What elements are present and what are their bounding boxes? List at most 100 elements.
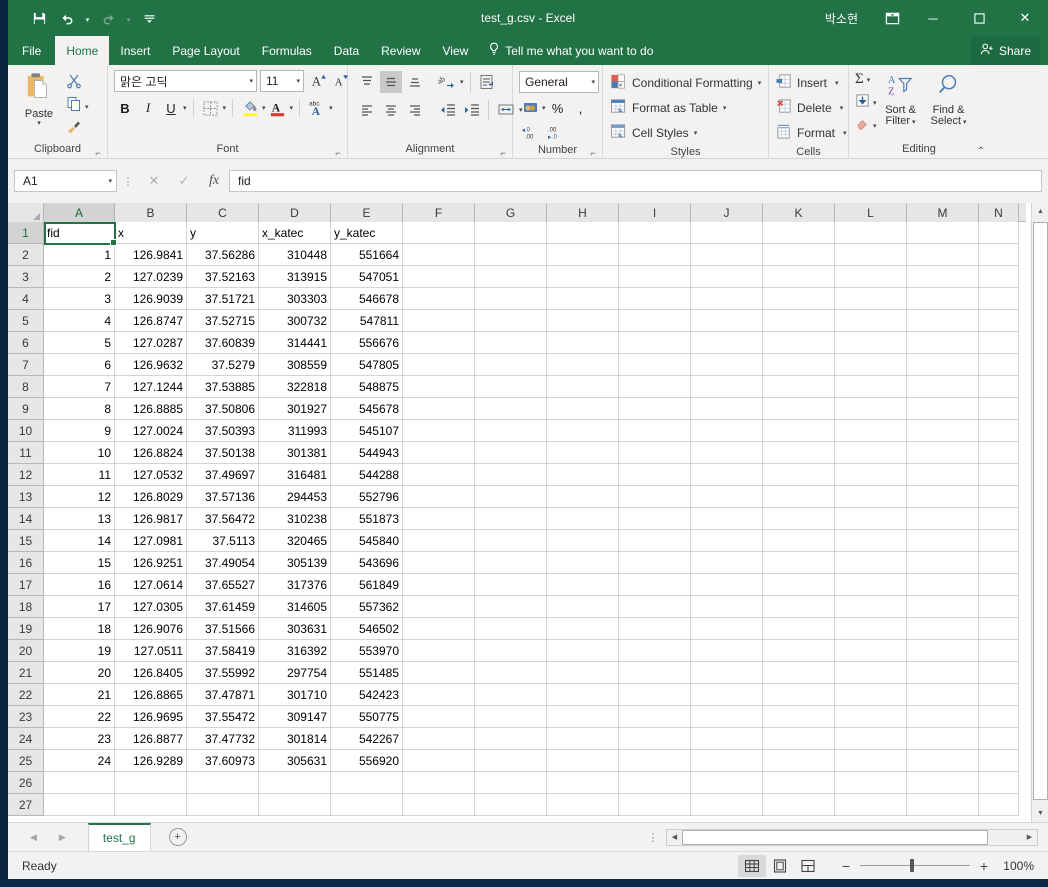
ribbon-tab-formulas[interactable]: Formulas bbox=[251, 36, 323, 65]
cell-D17[interactable]: 317376 bbox=[259, 574, 331, 596]
cell-C5[interactable]: 37.52715 bbox=[187, 310, 259, 332]
select-all-button[interactable] bbox=[8, 203, 44, 222]
cell-D12[interactable]: 316481 bbox=[259, 464, 331, 486]
cell-E11[interactable]: 544943 bbox=[331, 442, 403, 464]
cell-A9[interactable]: 8 bbox=[44, 398, 115, 420]
cell-K1[interactable] bbox=[763, 222, 835, 244]
cell-H8[interactable] bbox=[547, 376, 619, 398]
cell-C2[interactable]: 37.56286 bbox=[187, 244, 259, 266]
cell-H23[interactable] bbox=[547, 706, 619, 728]
row-header-17[interactable]: 17 bbox=[8, 574, 44, 596]
cell-G8[interactable] bbox=[475, 376, 547, 398]
cell-H22[interactable] bbox=[547, 684, 619, 706]
cell-D27[interactable] bbox=[259, 794, 331, 816]
cell-K27[interactable] bbox=[763, 794, 835, 816]
cell-G3[interactable] bbox=[475, 266, 547, 288]
cell-B4[interactable]: 126.9039 bbox=[115, 288, 187, 310]
cell-D13[interactable]: 294453 bbox=[259, 486, 331, 508]
zoom-thumb[interactable] bbox=[910, 859, 914, 872]
cell-N27[interactable] bbox=[979, 794, 1019, 816]
cell-D11[interactable]: 301381 bbox=[259, 442, 331, 464]
row-header-4[interactable]: 4 bbox=[8, 288, 44, 310]
row-header-26[interactable]: 26 bbox=[8, 772, 44, 794]
cell-A14[interactable]: 13 bbox=[44, 508, 115, 530]
paste-button[interactable]: Paste ▾ bbox=[12, 69, 66, 128]
cell-D24[interactable]: 301814 bbox=[259, 728, 331, 750]
cell-A25[interactable]: 24 bbox=[44, 750, 115, 772]
cut-button[interactable] bbox=[66, 73, 89, 94]
cell-J22[interactable] bbox=[691, 684, 763, 706]
cell-E8[interactable]: 548875 bbox=[331, 376, 403, 398]
cell-A20[interactable]: 19 bbox=[44, 640, 115, 662]
cell-F17[interactable] bbox=[403, 574, 475, 596]
formula-input[interactable]: fid bbox=[229, 170, 1042, 192]
cell-J27[interactable] bbox=[691, 794, 763, 816]
cell-H14[interactable] bbox=[547, 508, 619, 530]
cell-F22[interactable] bbox=[403, 684, 475, 706]
cell-J18[interactable] bbox=[691, 596, 763, 618]
align-left-button[interactable] bbox=[356, 99, 378, 121]
zoom-slider[interactable]: − + bbox=[840, 858, 990, 874]
cell-N7[interactable] bbox=[979, 354, 1019, 376]
ribbon-tab-view[interactable]: View bbox=[432, 36, 480, 65]
cell-E2[interactable]: 551664 bbox=[331, 244, 403, 266]
cell-C21[interactable]: 37.55992 bbox=[187, 662, 259, 684]
cell-J19[interactable] bbox=[691, 618, 763, 640]
cell-M13[interactable] bbox=[907, 486, 979, 508]
cell-D19[interactable]: 303631 bbox=[259, 618, 331, 640]
cell-B14[interactable]: 126.9817 bbox=[115, 508, 187, 530]
cell-E18[interactable]: 557362 bbox=[331, 596, 403, 618]
underline-button[interactable]: U bbox=[160, 97, 182, 119]
cell-K20[interactable] bbox=[763, 640, 835, 662]
name-box[interactable]: A1 ▾ bbox=[14, 170, 117, 192]
column-header-C[interactable]: C bbox=[187, 203, 259, 222]
cell-M8[interactable] bbox=[907, 376, 979, 398]
cell-L6[interactable] bbox=[835, 332, 907, 354]
column-header-K[interactable]: K bbox=[763, 203, 835, 222]
cell-M24[interactable] bbox=[907, 728, 979, 750]
cell-N1[interactable] bbox=[979, 222, 1019, 244]
percent-style-button[interactable]: % bbox=[547, 97, 569, 119]
align-middle-button[interactable] bbox=[380, 71, 402, 93]
row-header-13[interactable]: 13 bbox=[8, 486, 44, 508]
cell-L16[interactable] bbox=[835, 552, 907, 574]
cell-G14[interactable] bbox=[475, 508, 547, 530]
cell-M7[interactable] bbox=[907, 354, 979, 376]
cell-D18[interactable]: 314605 bbox=[259, 596, 331, 618]
cell-G4[interactable] bbox=[475, 288, 547, 310]
column-header-B[interactable]: B bbox=[115, 203, 187, 222]
cancel-entry-icon[interactable]: ✕ bbox=[139, 170, 169, 192]
cell-E5[interactable]: 547811 bbox=[331, 310, 403, 332]
cell-A2[interactable]: 1 bbox=[44, 244, 115, 266]
ribbon-tab-page-layout[interactable]: Page Layout bbox=[161, 36, 250, 65]
cell-J17[interactable] bbox=[691, 574, 763, 596]
cell-H1[interactable] bbox=[547, 222, 619, 244]
cell-I15[interactable] bbox=[619, 530, 691, 552]
cell-A24[interactable]: 23 bbox=[44, 728, 115, 750]
next-sheet-icon[interactable]: ▶ bbox=[59, 832, 66, 843]
cell-E20[interactable]: 553970 bbox=[331, 640, 403, 662]
cell-L10[interactable] bbox=[835, 420, 907, 442]
cell-G12[interactable] bbox=[475, 464, 547, 486]
fill-color-dropdown-icon[interactable]: ▾ bbox=[262, 104, 266, 112]
cell-M21[interactable] bbox=[907, 662, 979, 684]
row-header-16[interactable]: 16 bbox=[8, 552, 44, 574]
cell-I23[interactable] bbox=[619, 706, 691, 728]
row-header-6[interactable]: 6 bbox=[8, 332, 44, 354]
cell-A8[interactable]: 7 bbox=[44, 376, 115, 398]
align-right-button[interactable] bbox=[404, 99, 426, 121]
cell-K15[interactable] bbox=[763, 530, 835, 552]
cell-C6[interactable]: 37.60839 bbox=[187, 332, 259, 354]
cell-N18[interactable] bbox=[979, 596, 1019, 618]
cell-J24[interactable] bbox=[691, 728, 763, 750]
cell-D15[interactable]: 320465 bbox=[259, 530, 331, 552]
cell-C17[interactable]: 37.65527 bbox=[187, 574, 259, 596]
paste-dropdown-icon[interactable]: ▾ bbox=[37, 120, 41, 128]
cell-L9[interactable] bbox=[835, 398, 907, 420]
name-box-dropdown-icon[interactable]: ▾ bbox=[108, 177, 112, 185]
cell-H4[interactable] bbox=[547, 288, 619, 310]
cell-E4[interactable]: 546678 bbox=[331, 288, 403, 310]
normal-view-button[interactable] bbox=[738, 854, 766, 877]
cell-M17[interactable] bbox=[907, 574, 979, 596]
cell-A15[interactable]: 14 bbox=[44, 530, 115, 552]
